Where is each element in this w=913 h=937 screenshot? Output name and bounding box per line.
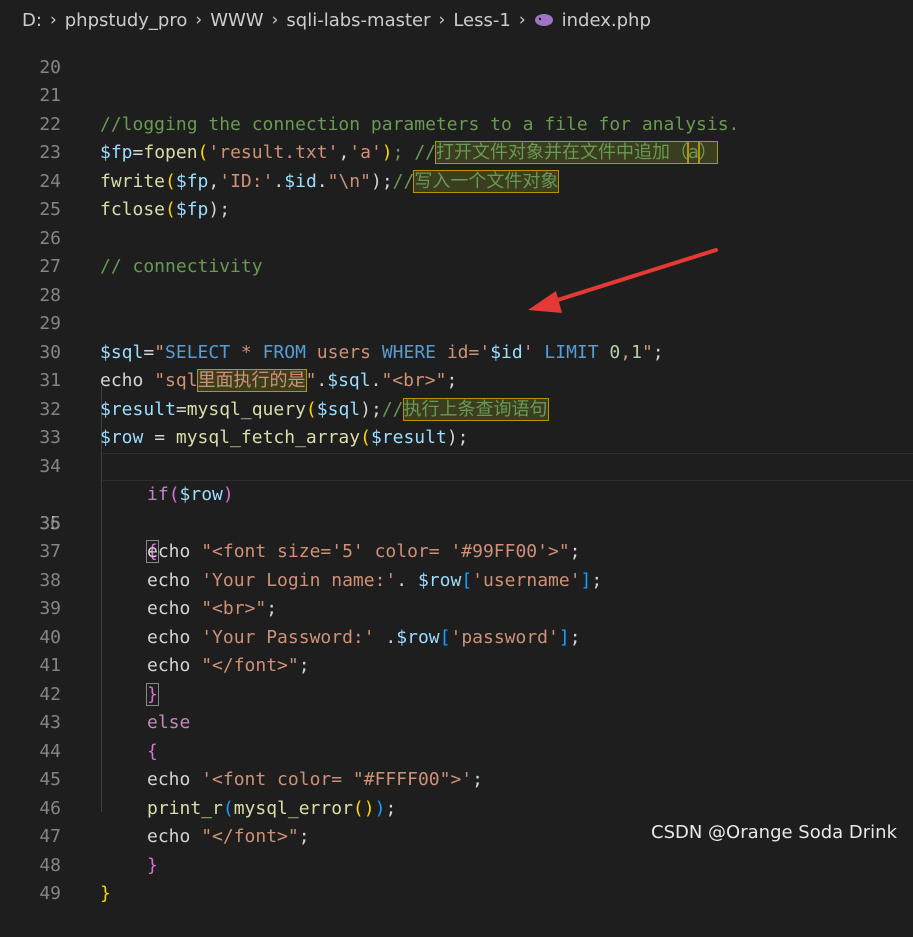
code-line: 39 echo 'Your Password:' .$row['password… [0,567,913,648]
chevron-right-icon: › [195,10,203,30]
code-line: 38 echo "<br>"; [0,538,913,620]
chevron-right-icon: › [271,10,279,30]
breadcrumb: D: › phpstudy_pro › WWW › sqli-labs-mast… [0,0,913,40]
breadcrumb-less-1[interactable]: Less-1 [453,10,511,31]
chevron-right-icon: › [438,10,446,30]
code-line: 45 print_r(mysql_error()); [0,738,913,819]
code-line: 26 // connectivity [0,196,913,278]
code-line: 29 $sql="SELECT * FROM users WHERE id='$… [0,282,913,363]
code-line: 25 [0,168,913,220]
code-line: 46 echo "</font>"; [0,766,913,848]
breadcrumb-sqli-labs-master[interactable]: sqli-labs-master [286,10,430,31]
bracket: } [100,883,111,904]
breadcrumb-www[interactable]: WWW [210,10,263,31]
line-number: 49 [39,883,61,904]
code-line: 22 $fp=fopen('result.txt','a'); //打开文件对象… [0,82,913,164]
php-elephant-icon [534,14,553,26]
code-line-current: 35 { [0,452,913,563]
code-line: 33 [0,396,913,448]
code-line: 27 [0,225,913,277]
code-line: 28 [0,253,913,306]
code-line: 42 else [0,652,913,734]
code-line: 47 } [0,795,913,876]
code-line: 21 //logging the connection parameters t… [0,54,913,135]
breadcrumb-file-index-php[interactable]: index.php [562,10,651,31]
code-line: 32 $row = mysql_fetch_array($result); [0,367,913,449]
watermark: CSDN @Orange Soda Drink [651,822,897,843]
chevron-right-icon: › [518,10,526,30]
code-line: 41 } [0,624,913,706]
code-line: 34 if($row) [0,424,913,506]
chevron-right-icon: › [49,10,57,30]
code-line: 40 echo "</font>"; [0,595,913,677]
code-line: 49 [0,852,913,904]
code-line: 31 $result=mysql_query($sql);//执行上条查询语句 [0,339,913,421]
code-line: 44 echo '<font color= "#FFFF00">'; [0,709,913,791]
breadcrumb-phpstudy-pro[interactable]: phpstudy_pro [65,10,188,31]
code-line: 37 echo 'Your Login name:'. $row['userna… [0,510,913,591]
code-line: 30 echo "sql里面执行的是".$sql."<br>"; [0,310,913,392]
breadcrumb-drive[interactable]: D: [22,10,42,31]
code-line: 23 fwrite($fp,'ID:'.$id."\n");//写入一个文件对象 [0,111,913,193]
code-line: 43 { [0,681,913,762]
code-line: 24 fclose($fp); [0,139,913,221]
current-line-highlight [100,452,913,481]
code-editor[interactable]: 20 21 //logging the connection parameter… [0,44,913,904]
code-line: 36 echo "<font size='5' color= '#99FF00'… [0,481,913,563]
